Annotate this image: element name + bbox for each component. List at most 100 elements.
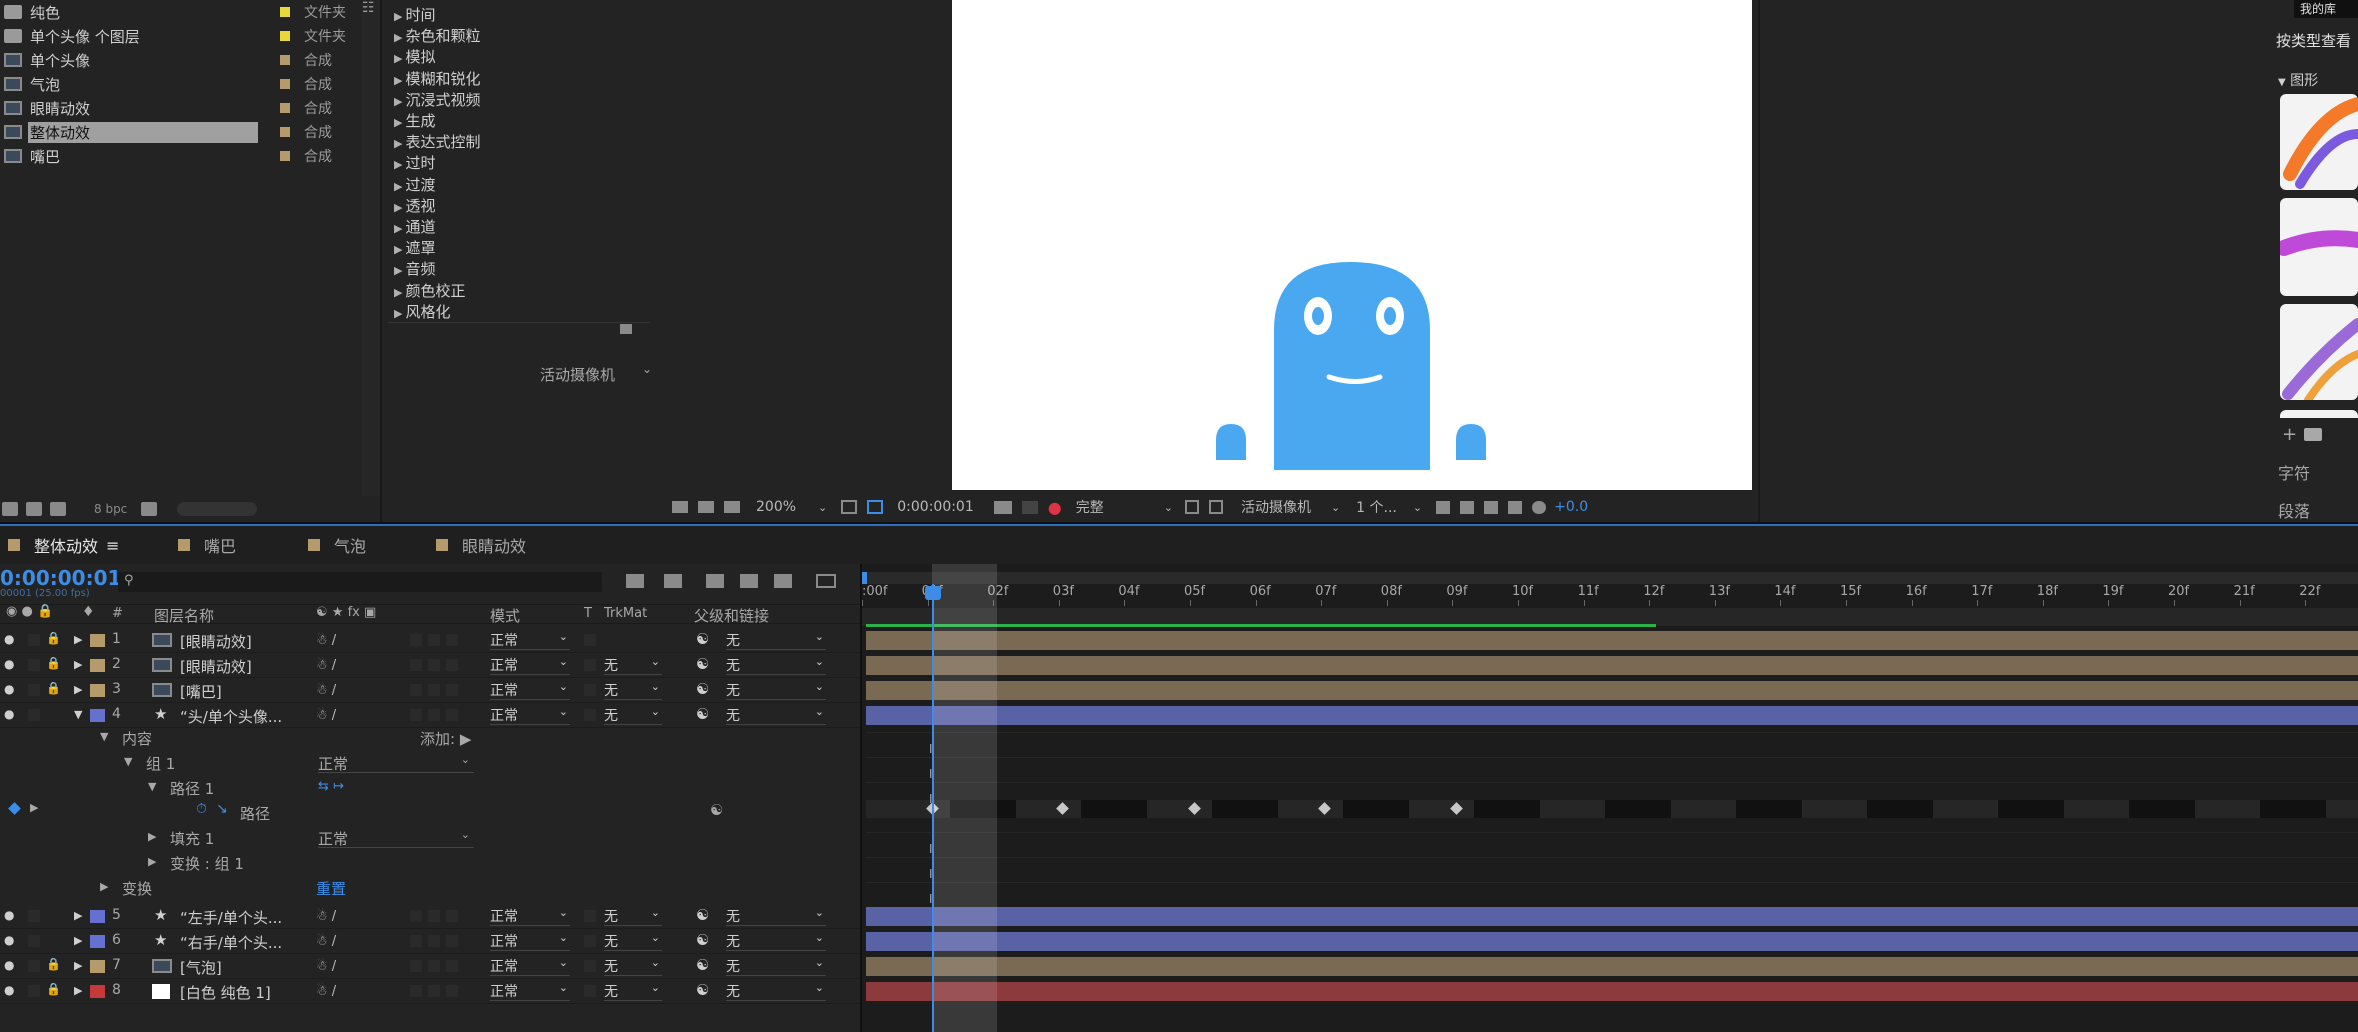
chevron-down-icon[interactable]: ⌄ bbox=[818, 501, 827, 514]
tab-menu-icon[interactable]: ≡ bbox=[106, 536, 119, 555]
trkmat-select[interactable]: 无 ⌄ bbox=[604, 931, 662, 951]
expand-triangle-icon[interactable]: ▶ bbox=[74, 984, 82, 997]
lock-icon[interactable]: 🔒 bbox=[46, 681, 61, 695]
paragraph-tab[interactable]: 段落 bbox=[2278, 498, 2310, 522]
label-color-swatch[interactable] bbox=[280, 79, 290, 89]
layer-row[interactable]: ● 🔒 ▶ 2 [眼睛动效] ☃ / 正常 ⌄ 无 ⌄ ☯ 无 ⌄ bbox=[0, 653, 862, 678]
trkmat-select[interactable]: 无 ⌄ bbox=[604, 680, 662, 700]
new-composition-icon[interactable] bbox=[50, 502, 66, 516]
reset-exposure-icon[interactable] bbox=[1532, 500, 1547, 514]
effect-category[interactable]: ▶ 时间 bbox=[394, 4, 435, 25]
transform-group-property[interactable]: 变换 : 组 1 bbox=[170, 853, 244, 874]
pickwhip-icon[interactable]: ☯ bbox=[696, 630, 709, 648]
chevron-down-icon[interactable]: ⌄ bbox=[1413, 501, 1422, 514]
layer-label-swatch[interactable] bbox=[90, 935, 105, 948]
preserve-transparency-switch[interactable] bbox=[584, 910, 596, 922]
label-color-swatch[interactable] bbox=[280, 151, 290, 161]
add-icon[interactable]: + bbox=[2282, 424, 2297, 445]
fill1-property[interactable]: 填充 1 bbox=[170, 828, 214, 849]
parent-select[interactable]: 无 ⌄ bbox=[726, 680, 826, 700]
label-color-swatch[interactable] bbox=[280, 103, 290, 113]
layer-row[interactable]: ● ▶ 6 ★ “右手/单个头... ☃ / 正常 ⌄ 无 ⌄ ☯ 无 ⌄ bbox=[0, 929, 862, 954]
trash-icon[interactable] bbox=[141, 502, 158, 516]
label-color-swatch[interactable] bbox=[280, 127, 290, 137]
trkmat-select[interactable]: 无 ⌄ bbox=[604, 906, 662, 926]
fill1-mode-select[interactable]: 正常 ⌄ bbox=[318, 828, 474, 848]
exposure-value[interactable]: +0.0 bbox=[1554, 499, 1588, 515]
layer-search-input[interactable]: ⚲ bbox=[118, 572, 602, 592]
pickwhip-icon[interactable]: ☯ bbox=[696, 956, 709, 974]
layer-name[interactable]: “左手/单个头... bbox=[180, 907, 282, 928]
project-scrollbar[interactable] bbox=[362, 0, 380, 496]
timeline-timecode[interactable]: 0:00:00:01 bbox=[0, 566, 121, 590]
layer-row[interactable]: ● 🔒 ▶ 8 [白色 纯色 1] ☃ / 正常 ⌄ 无 ⌄ ☯ 无 ⌄ bbox=[0, 979, 862, 1004]
preserve-transparency-switch[interactable] bbox=[584, 659, 596, 671]
solo-switch[interactable] bbox=[28, 935, 40, 947]
graph-editor-icon[interactable] bbox=[816, 574, 836, 588]
path-direction-icon[interactable]: ⇆ ↦ bbox=[318, 779, 344, 794]
layer-name[interactable]: [白色 纯色 1] bbox=[180, 982, 271, 1003]
visibility-icon[interactable]: ● bbox=[4, 908, 14, 922]
layer-label-swatch[interactable] bbox=[90, 659, 105, 672]
composition-canvas[interactable] bbox=[952, 0, 1752, 490]
motion-blur-icon[interactable] bbox=[774, 574, 792, 588]
lock-icon[interactable]: 🔒 bbox=[46, 656, 61, 670]
hierarchy-icon[interactable]: ☷ bbox=[362, 0, 375, 16]
layer-name[interactable]: [气泡] bbox=[180, 957, 222, 978]
comp-tab[interactable]: 整体动效 ≡ bbox=[8, 532, 119, 558]
path1-property[interactable]: 路径 1 bbox=[170, 778, 214, 799]
solo-switch[interactable] bbox=[28, 634, 40, 646]
layer-switches[interactable]: ☃ / bbox=[316, 934, 354, 950]
parent-select[interactable]: 无 ⌄ bbox=[726, 630, 826, 650]
playhead[interactable] bbox=[932, 584, 934, 1032]
layer-switches[interactable]: ☃ / bbox=[316, 683, 354, 699]
transparency-grid-icon[interactable] bbox=[1208, 500, 1223, 514]
layer-switches[interactable]: ☃ / bbox=[316, 984, 354, 1000]
effect-category[interactable]: ▶ 模拟 bbox=[394, 46, 435, 67]
trkmat-select[interactable]: 无 ⌄ bbox=[604, 705, 662, 725]
pickwhip-icon[interactable]: ☯ bbox=[710, 801, 723, 819]
library-asset-thumbnail[interactable] bbox=[2280, 198, 2358, 296]
layer-label-swatch[interactable] bbox=[90, 960, 105, 973]
parent-select[interactable]: 无 ⌄ bbox=[726, 705, 826, 725]
effect-category[interactable]: ▶ 生成 bbox=[394, 110, 435, 131]
visibility-icon[interactable]: ● bbox=[4, 707, 14, 721]
layer-switches[interactable]: ☃ / bbox=[316, 633, 354, 649]
layer-duration-bar[interactable] bbox=[866, 982, 2358, 1001]
effect-category[interactable]: ▶ 过时 bbox=[394, 152, 435, 173]
label-color-swatch[interactable] bbox=[280, 7, 290, 17]
camera-select[interactable]: 活动摄像机 bbox=[1241, 497, 1311, 517]
lock-icon[interactable]: 🔒 bbox=[46, 982, 61, 996]
layer-label-swatch[interactable] bbox=[90, 910, 105, 923]
project-item[interactable]: 整体动效 合成 bbox=[0, 120, 362, 144]
solo-switch[interactable] bbox=[28, 985, 40, 997]
effect-category[interactable]: ▶ 表达式控制 bbox=[394, 131, 480, 152]
blend-mode-select[interactable]: 正常 ⌄ bbox=[490, 956, 570, 976]
layer-duration-bar[interactable] bbox=[866, 656, 2358, 675]
time-ruler[interactable]: :00f01f02f03f04f05f06f07f08f09f10f11f12f… bbox=[862, 582, 2358, 606]
layer-label-swatch[interactable] bbox=[90, 634, 105, 647]
stopwatch-icon[interactable]: ⏱ bbox=[196, 801, 207, 817]
effect-category[interactable]: ▶ 遮罩 bbox=[394, 237, 435, 258]
new-folder-icon[interactable] bbox=[26, 502, 42, 516]
preserve-transparency-switch[interactable] bbox=[584, 935, 596, 947]
blend-mode-select[interactable]: 正常 ⌄ bbox=[490, 680, 570, 700]
comp-tab[interactable]: 气泡 bbox=[308, 532, 366, 558]
zoom-select[interactable]: 200% bbox=[756, 499, 796, 515]
layer-switches[interactable]: ☃ / bbox=[316, 658, 354, 674]
solo-switch[interactable] bbox=[28, 960, 40, 972]
frame-blending-icon[interactable] bbox=[740, 574, 758, 588]
timeline-icon[interactable] bbox=[1484, 500, 1499, 514]
draft-3d-icon[interactable] bbox=[664, 574, 682, 588]
show-snapshot-icon[interactable] bbox=[1021, 500, 1038, 514]
label-color-swatch[interactable] bbox=[280, 31, 290, 41]
my-library-select[interactable]: 我的库 bbox=[2294, 0, 2358, 18]
effect-category[interactable]: ▶ 模糊和锐化 bbox=[394, 68, 480, 89]
effect-category[interactable]: ▶ 风格化 bbox=[394, 301, 450, 322]
layer-duration-bar[interactable] bbox=[866, 681, 2358, 700]
layer-switches[interactable]: ☃ / bbox=[316, 909, 354, 925]
library-asset-thumbnail[interactable] bbox=[2280, 94, 2358, 190]
effect-category[interactable]: ▶ 通道 bbox=[394, 216, 435, 237]
effect-category[interactable]: ▶ 音频 bbox=[394, 258, 435, 279]
blend-mode-select[interactable]: 正常 ⌄ bbox=[490, 906, 570, 926]
